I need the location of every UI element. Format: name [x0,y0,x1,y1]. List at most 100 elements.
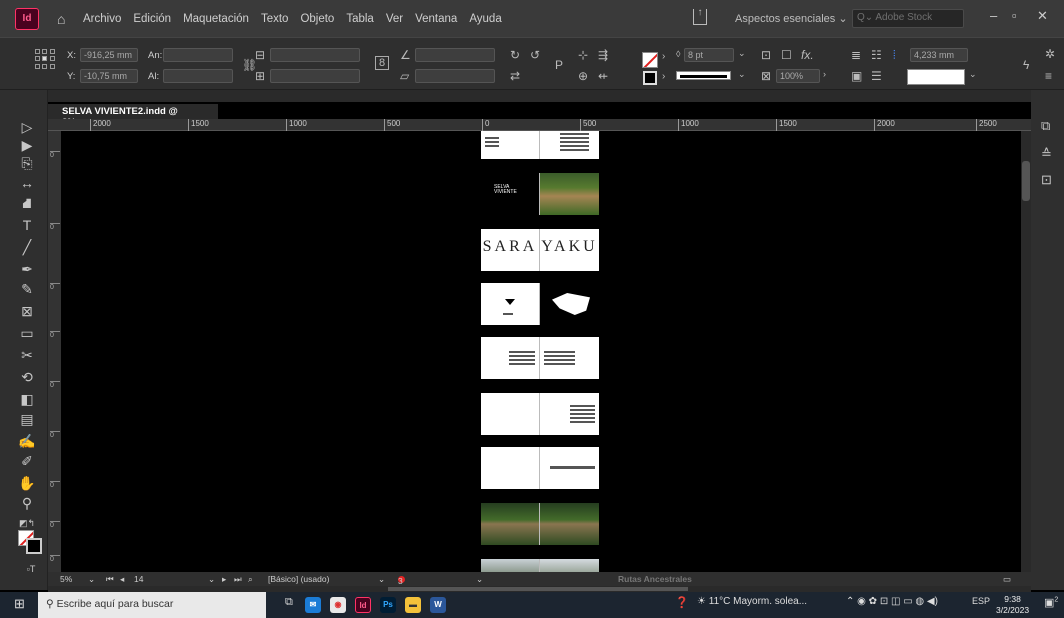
maximize-button[interactable]: ▫ [1012,8,1017,23]
spread-7[interactable] [481,447,599,489]
gap-tool-icon[interactable]: ↔ [18,174,36,192]
links-panel-icon[interactable]: ⊡ [1041,172,1052,188]
page-photo[interactable] [540,503,599,545]
stroke-color-icon[interactable] [26,538,42,554]
rectangle-tool-icon[interactable]: ▭ [18,324,36,342]
scroll-thumb[interactable] [388,587,688,591]
stroke-style-preview[interactable] [907,69,965,85]
flip-horizontal-icon[interactable]: ⇄ [510,69,520,83]
distribute-icon[interactable]: ▣ [851,69,862,83]
gap-tool-icon[interactable]: ⦙ [893,48,896,63]
indesign-logo-icon[interactable]: Id [15,7,39,30]
content-collector-icon[interactable]: ⛘ [18,194,36,212]
rotation-field[interactable] [415,48,495,62]
taskbar-search[interactable]: ⚲ Escribe aquí para buscar [38,592,266,618]
select-container-icon[interactable]: ⊹ [578,48,588,62]
spread-8[interactable] [481,503,599,545]
vertical-scrollbar[interactable] [1021,131,1031,572]
fill-none-swatch[interactable] [642,52,658,68]
width-field[interactable] [163,48,233,62]
menu-tabla[interactable]: Tabla [346,13,374,25]
document-canvas[interactable]: SELVA VIVIENTE SARA YAKU [61,131,1031,572]
home-icon[interactable]: ⌂ [57,12,71,26]
horizontal-ruler[interactable]: 2000 1500 1000 500 0 500 1000 1500 2000 … [48,119,1031,131]
free-transform-tool-icon[interactable]: ⟲ [18,368,36,386]
stroke-style-dropdown-icon[interactable]: ⌄ [969,69,977,80]
windows-start-icon[interactable]: ⊞ [14,596,25,612]
y-position-field[interactable]: -10,75 mm [80,69,138,83]
spread-4[interactable] [481,283,599,325]
note-tool-icon[interactable]: ✍ [18,432,36,450]
fill-dropdown-icon[interactable]: › [662,51,665,62]
photoshop-app-icon[interactable]: Ps [380,597,396,613]
document-tab[interactable]: SELVA VIVIENTE2.indd @ 8%× [48,104,218,128]
chrome-app-icon[interactable]: ◉ [330,597,346,613]
layers-panel-icon[interactable]: ≙ [1041,146,1052,162]
indesign-app-icon[interactable]: Id [355,597,371,613]
stroke-type-dropdown-icon[interactable]: ⌄ [738,69,746,80]
minimize-button[interactable]: – [990,8,997,23]
menu-archivo[interactable]: Archivo [83,13,121,25]
stroke-weight-field[interactable]: 8 pt [684,48,734,62]
spread-3[interactable]: SARA YAKU [481,229,599,271]
pencil-tool-icon[interactable]: ✎ [18,280,36,298]
word-app-icon[interactable]: W [430,597,446,613]
previous-page-icon[interactable]: ◂ [120,574,124,585]
select-previous-icon[interactable]: ⇷ [598,69,608,83]
profile-dropdown-icon[interactable]: ⌄ [378,574,385,585]
menu-ayuda[interactable]: Ayuda [469,13,501,25]
dimension-field[interactable]: 4,233 mm [910,48,968,62]
x-position-field[interactable]: -916,25 mm [80,48,138,62]
close-window-button[interactable]: ✕ [1037,8,1048,24]
rotate-90-ccw-icon[interactable]: ↺ [530,48,540,62]
reference-point-icon[interactable] [35,49,55,69]
page-photo[interactable] [481,559,540,572]
stroke-weight-stepper[interactable]: ◊ [676,49,680,59]
page[interactable] [481,337,540,379]
open-page-icon[interactable]: ⌕ [248,574,253,585]
opacity-field[interactable]: 100% [776,69,820,83]
shear-field[interactable] [415,69,495,83]
page[interactable] [540,337,599,379]
page-tool-icon[interactable]: ⎘ [18,154,36,172]
menu-objeto[interactable]: Objeto [300,13,334,25]
gradient-feather-tool-icon[interactable]: ▤ [18,410,36,428]
file-explorer-icon[interactable]: ▬ [405,597,421,613]
zoom-tool-icon[interactable]: ⚲ [18,494,36,512]
adobe-stock-search[interactable]: Q⌄ Adobe Stock [852,9,964,28]
menu-ventana[interactable]: Ventana [415,13,457,25]
page-photo[interactable] [540,173,599,215]
errors-dropdown-icon[interactable]: ⌄ [476,574,483,585]
page[interactable] [481,131,540,159]
page[interactable]: SELVA VIVIENTE [481,173,540,215]
pen-tool-icon[interactable]: ✒ [18,260,36,278]
page[interactable] [540,283,599,325]
eyedropper-tool-icon[interactable]: ✐ [18,452,36,470]
settings-gear-icon[interactable]: ✲ [1045,47,1055,61]
page[interactable] [540,131,599,159]
preview-mode-icon[interactable]: ▫T [22,560,40,578]
page[interactable] [481,393,540,435]
workspace-switcher[interactable]: Aspectos esenciales ⌄ [735,12,848,25]
page-dropdown-icon[interactable]: ⌄ [208,574,215,585]
rotate-tool-icon[interactable]: 8 [375,56,390,70]
stroke-dropdown-icon[interactable]: › [662,71,665,82]
help-icon[interactable]: ❓ [675,596,689,609]
page[interactable] [481,283,540,325]
menu-maquetacion[interactable]: Maquetación [183,13,249,25]
scale-x-field[interactable] [270,48,360,62]
effects-fx-icon[interactable]: fx. [801,48,814,62]
preflight-profile[interactable]: [Básico] (usado) [268,574,329,584]
select-content-icon[interactable]: ⊕ [578,69,588,83]
selection-tool-icon[interactable]: ▷ [18,118,36,136]
direct-selection-tool-icon[interactable]: ▶ [18,136,36,154]
line-tool-icon[interactable]: ╱ [18,238,36,256]
quick-apply-icon[interactable]: ϟ [1023,58,1029,72]
first-page-icon[interactable]: ⏮ [106,574,114,585]
panel-toggle-icon[interactable]: ▭ [1003,574,1011,585]
scale-y-field[interactable] [270,69,360,83]
weather-widget[interactable]: ☀ 11°C Mayorm. solea... [697,596,807,607]
share-icon[interactable]: ↑ [693,8,707,25]
scissors-tool-icon[interactable]: ✂ [18,346,36,364]
page[interactable] [481,447,540,489]
